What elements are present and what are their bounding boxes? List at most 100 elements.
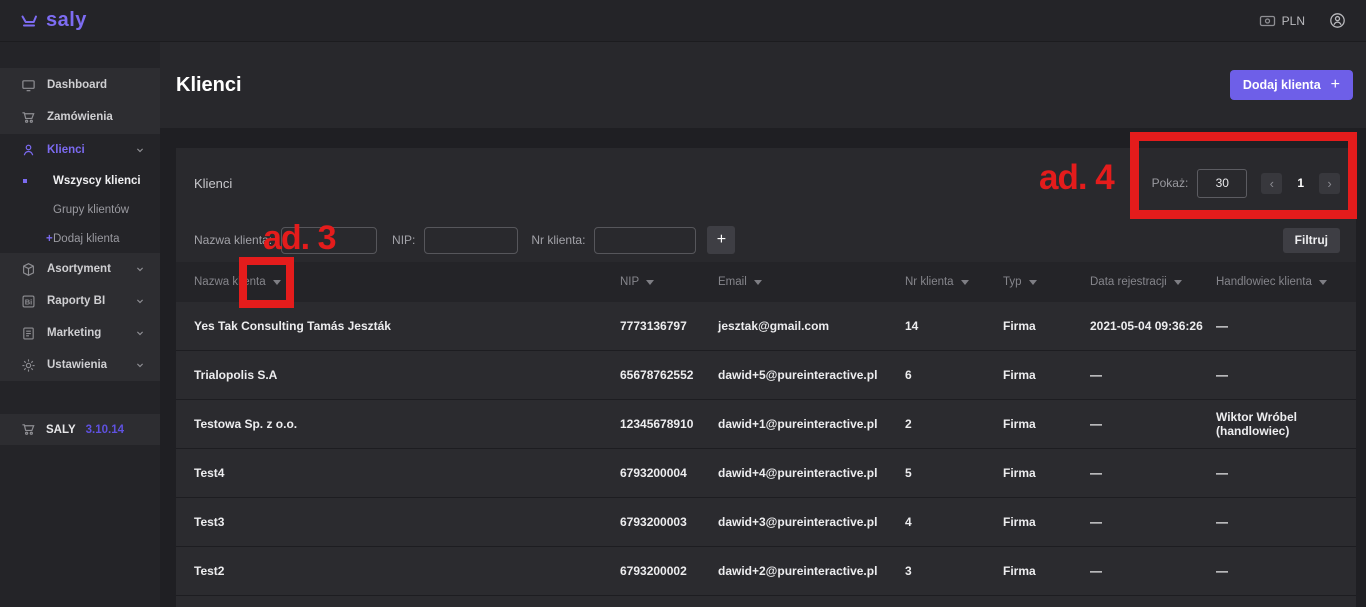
cell-email: dawid+3@pureinteractive.pl (718, 515, 905, 529)
sidebar-subitem-add-client[interactable]: + Dodaj klienta (0, 224, 160, 253)
sort-arrow-icon[interactable] (1319, 280, 1327, 285)
topbar-right: PLN (1259, 12, 1346, 29)
cell-registered: — (1090, 515, 1216, 529)
cell-nip: 6793200002 (620, 564, 718, 578)
user-profile-icon[interactable] (1329, 12, 1346, 29)
page-size-label: Pokaż: (1152, 176, 1189, 190)
column-header-3[interactable]: Nr klienta (905, 276, 1003, 288)
saly-logo[interactable]: saly (20, 9, 87, 32)
sidebar-item-reports-bi[interactable]: Bi Raporty BI (0, 285, 160, 317)
cell-client-no: 5 (905, 466, 1003, 480)
filter-submit-button[interactable]: Filtruj (1283, 228, 1340, 253)
panel-title: Klienci (194, 176, 232, 191)
app-version: 3.10.14 (86, 424, 124, 436)
sort-arrow-icon[interactable] (754, 280, 762, 285)
sidebar-item-orders[interactable]: Zamówienia (0, 101, 160, 133)
sidebar-item-assortment[interactable]: Asortyment (0, 253, 160, 285)
page-header: Klienci Dodaj klienta + (160, 42, 1366, 128)
bi-report-icon: Bi (21, 294, 36, 309)
page-title: Klienci (176, 74, 242, 97)
chevron-down-icon (134, 295, 146, 307)
pagination: Pokaż: ‹ 1 › (1152, 169, 1340, 198)
sort-arrow-icon[interactable] (1174, 280, 1182, 285)
sidebar-subitem-client-groups[interactable]: Grupy klientów (0, 195, 160, 224)
currency-label: PLN (1282, 14, 1305, 28)
cell-name: Test3 (194, 515, 620, 529)
table-row[interactable]: Test3 6793200003 dawid+3@pureinteractive… (176, 498, 1356, 547)
cell-type: Firma (1003, 368, 1090, 382)
chevron-down-icon (134, 327, 146, 339)
table-header-row: Nazwa klienta NIP Email Nr klienta Typ D… (176, 262, 1356, 302)
cell-email: jesztak@gmail.com (718, 319, 905, 333)
table-row[interactable]: Test2 6793200002 dawid+2@pureinteractive… (176, 547, 1356, 596)
sort-arrow-icon[interactable] (961, 280, 969, 285)
column-header-5[interactable]: Data rejestracji (1090, 276, 1216, 288)
cell-salesman: — (1216, 564, 1356, 578)
prev-page-button[interactable]: ‹ (1261, 173, 1282, 194)
cell-salesman: — (1216, 515, 1356, 529)
add-filter-button[interactable]: + (707, 226, 735, 254)
app-root: saly PLN (0, 0, 1366, 607)
table-row-partial (176, 596, 1356, 607)
cell-email: dawid+2@pureinteractive.pl (718, 564, 905, 578)
current-page-number: 1 (1297, 176, 1304, 190)
chevron-down-icon (134, 144, 146, 156)
page-size-input[interactable] (1197, 169, 1247, 198)
table-row[interactable]: Test4 6793200004 dawid+4@pureinteractive… (176, 449, 1356, 498)
table-body: Yes Tak Consulting Tamás Jeszták 7773136… (176, 302, 1356, 596)
cell-registered: — (1090, 417, 1216, 431)
cell-nip: 65678762552 (620, 368, 718, 382)
sidebar-item-marketing[interactable]: Marketing (0, 317, 160, 349)
add-client-button-label: Dodaj klienta (1243, 78, 1321, 92)
clients-panel: Klienci Pokaż: ‹ 1 › Nazwa klienta: NIP:… (176, 148, 1356, 607)
banknote-icon (1259, 14, 1276, 28)
filter-name-label: Nazwa klienta: (194, 233, 272, 247)
cell-type: Firma (1003, 417, 1090, 431)
sort-arrow-icon[interactable] (273, 280, 281, 285)
sort-arrow-icon[interactable] (646, 280, 654, 285)
sidebar-subitem-label: Grupy klientów (53, 204, 129, 216)
filter-client-no-input[interactable] (594, 227, 696, 254)
sidebar-group-top: Dashboard Zamówienia (0, 68, 160, 134)
column-header-2[interactable]: Email (718, 276, 905, 288)
sidebar-subitem-label: Wszyscy klienci (53, 175, 141, 187)
next-page-button[interactable]: › (1319, 173, 1340, 194)
filter-name-input[interactable] (281, 227, 377, 254)
column-header-0[interactable]: Nazwa klienta (194, 276, 620, 288)
cell-type: Firma (1003, 466, 1090, 480)
column-header-6[interactable]: Handlowiec klienta (1216, 276, 1356, 288)
active-bullet-icon (23, 179, 27, 183)
sidebar-item-clients[interactable]: Klienci (0, 134, 160, 166)
cell-name: Test2 (194, 564, 620, 578)
cell-name: Testowa Sp. z o.o. (194, 417, 620, 431)
sidebar-item-label: Asortyment (47, 263, 111, 275)
sidebar-item-label: Dashboard (47, 79, 107, 91)
plus-icon: + (46, 233, 53, 245)
table-row[interactable]: Testowa Sp. z o.o. 12345678910 dawid+1@p… (176, 400, 1356, 449)
cell-nip: 6793200004 (620, 466, 718, 480)
cell-registered: — (1090, 368, 1216, 382)
sidebar-item-settings[interactable]: Ustawienia (0, 349, 160, 381)
column-header-1[interactable]: NIP (620, 276, 718, 288)
filter-nip-input[interactable] (424, 227, 518, 254)
sidebar-item-dashboard[interactable]: Dashboard (0, 69, 160, 101)
saly-logo-icon (20, 13, 40, 29)
sidebar-item-label: Raporty BI (47, 295, 105, 307)
filter-nip-label: NIP: (392, 233, 415, 247)
column-header-4[interactable]: Typ (1003, 276, 1090, 288)
sidebar-item-label: Ustawienia (47, 359, 107, 371)
cell-email: dawid+5@pureinteractive.pl (718, 368, 905, 382)
add-client-button[interactable]: Dodaj klienta + (1230, 70, 1353, 100)
currency-selector[interactable]: PLN (1259, 14, 1305, 28)
sort-arrow-icon[interactable] (1029, 280, 1037, 285)
cell-salesman: — (1216, 466, 1356, 480)
table-row[interactable]: Yes Tak Consulting Tamás Jeszták 7773136… (176, 302, 1356, 351)
sidebar-subitem-label: Dodaj klienta (53, 233, 119, 245)
chevron-down-icon (134, 359, 146, 371)
sidebar-subitem-all-clients[interactable]: Wszyscy klienci (0, 166, 160, 195)
cell-registered: 2021-05-04 09:36:26 (1090, 319, 1216, 333)
cell-salesman: — (1216, 368, 1356, 382)
cell-type: Firma (1003, 515, 1090, 529)
table-row[interactable]: Trialopolis S.A 65678762552 dawid+5@pure… (176, 351, 1356, 400)
monitor-icon (21, 78, 36, 93)
